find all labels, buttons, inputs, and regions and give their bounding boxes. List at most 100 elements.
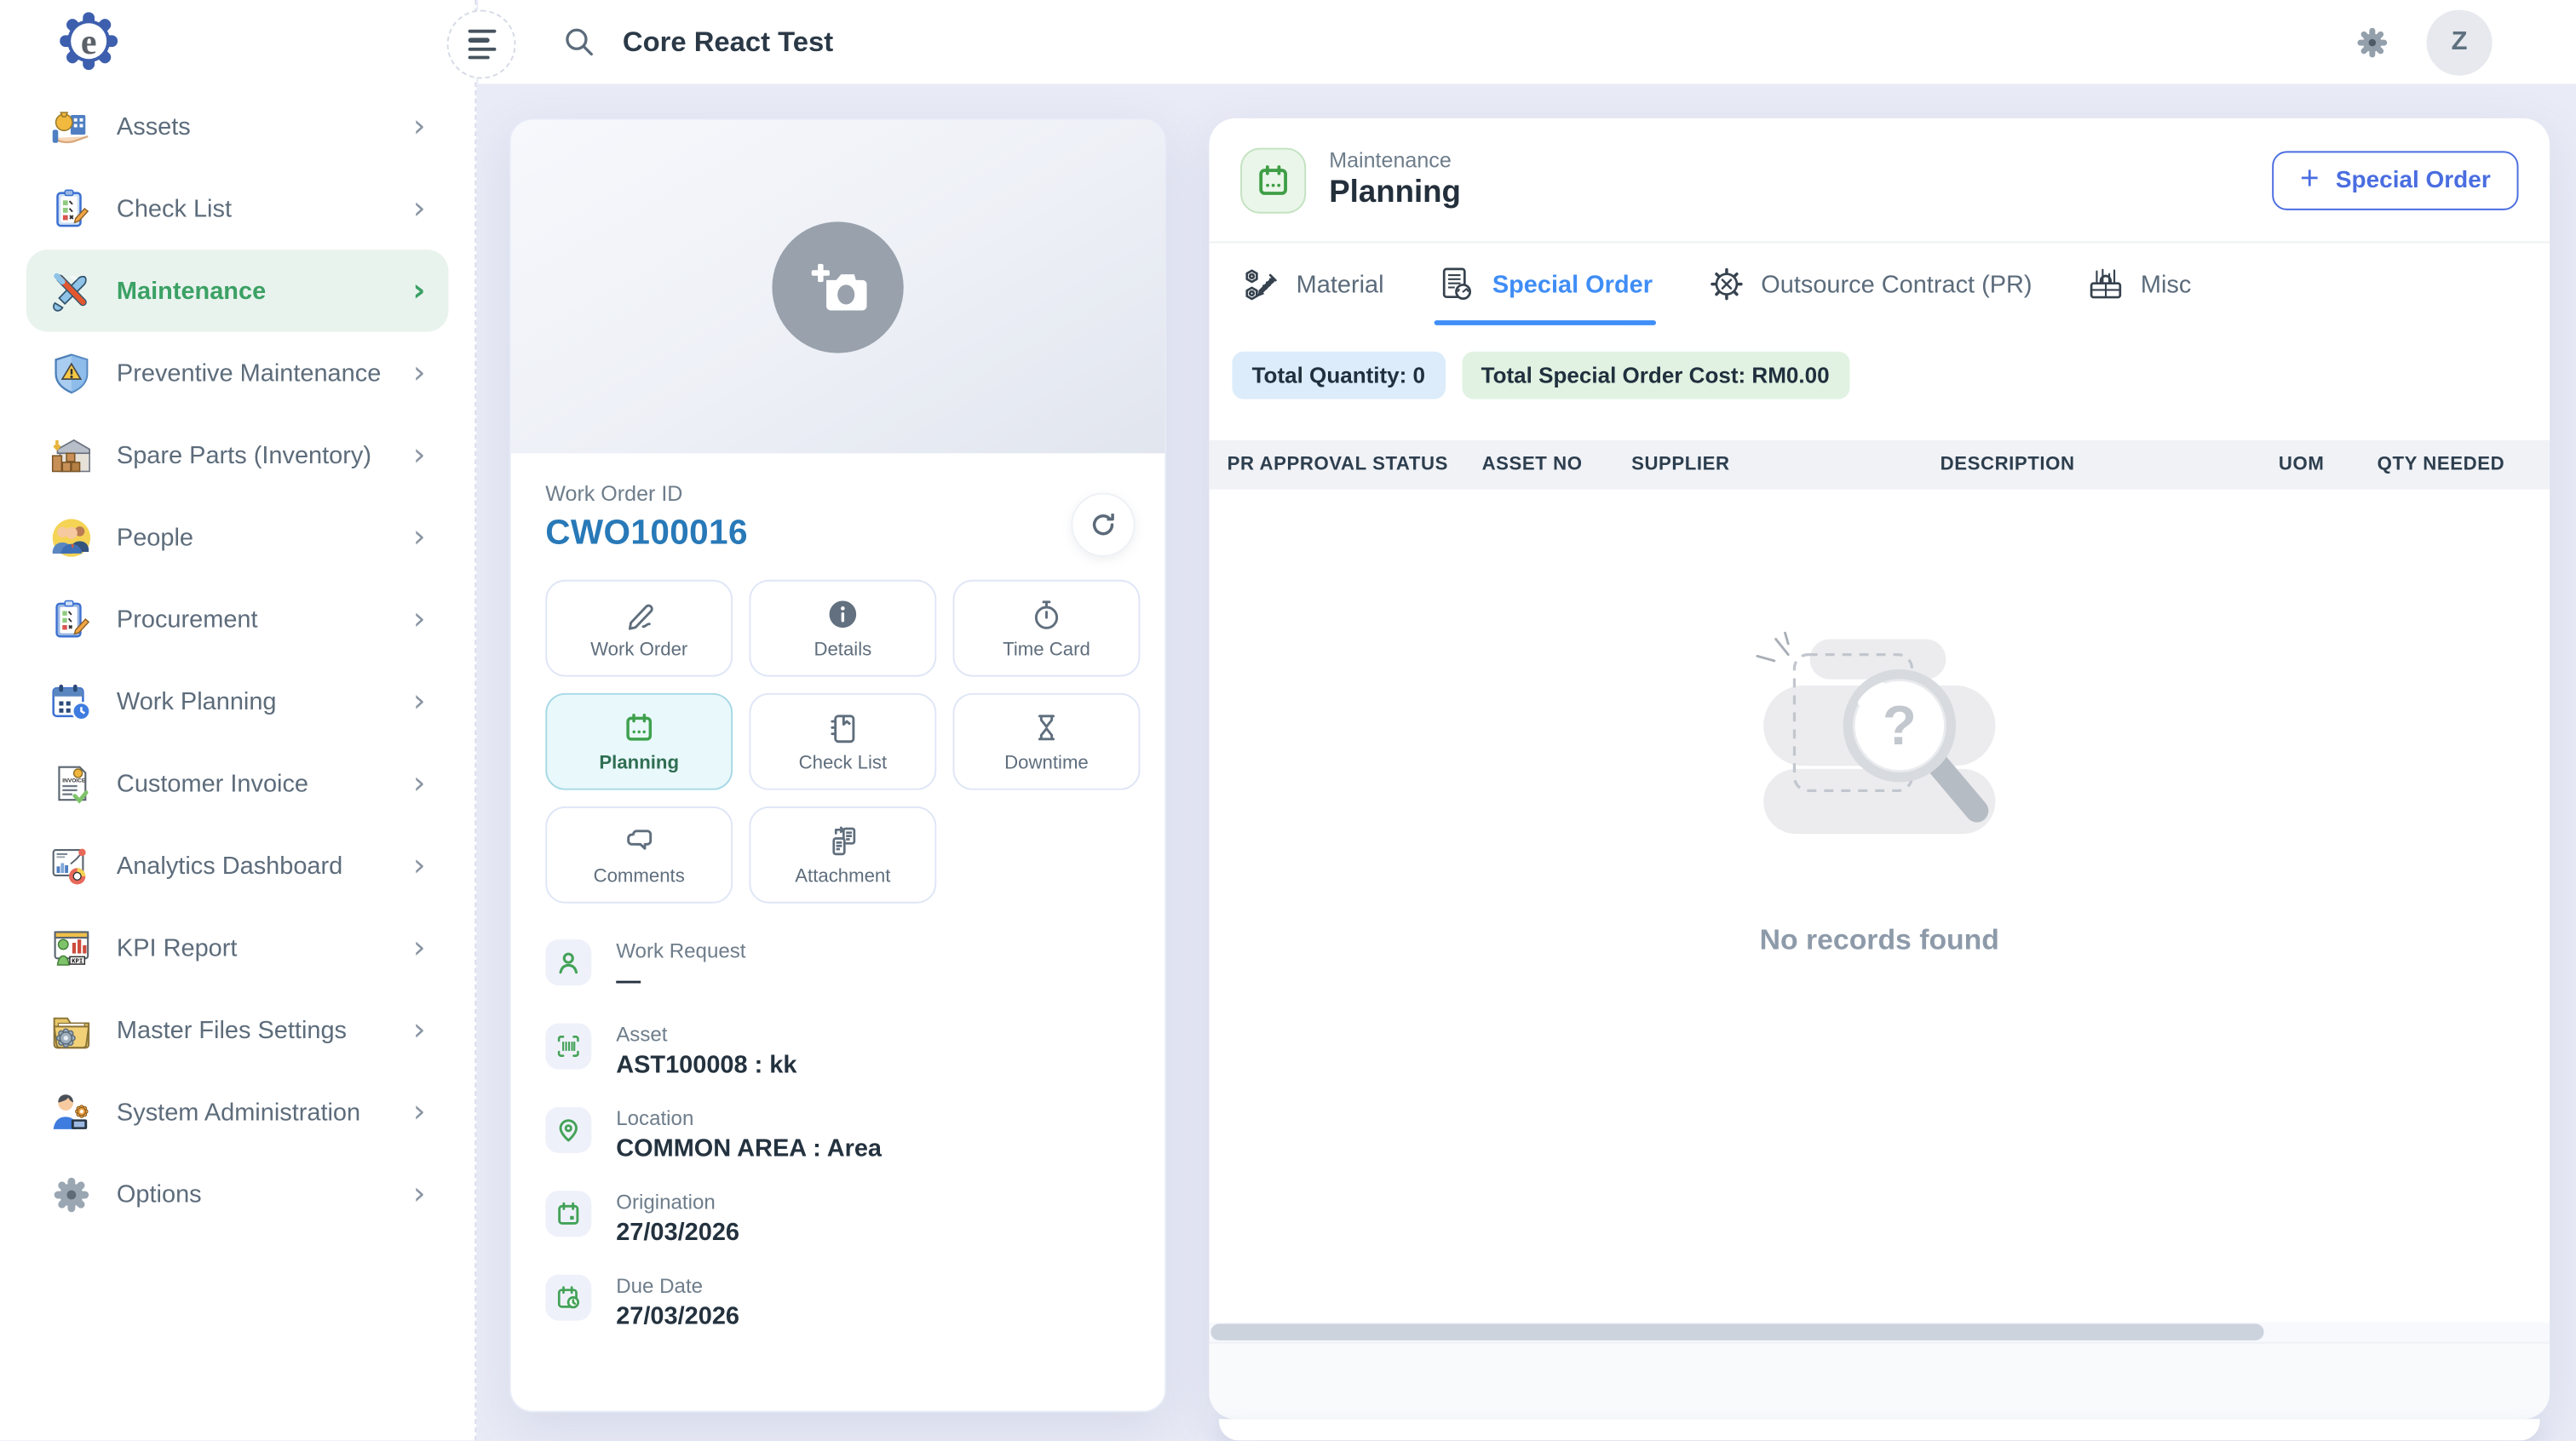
action-work-order[interactable]: Work Order — [545, 580, 733, 677]
settings-gear-icon[interactable] — [2355, 24, 2390, 60]
chevron-right-icon: › — [413, 1096, 426, 1128]
calendar-clock-color-icon — [49, 679, 94, 723]
sidebar-item-label: Check List — [117, 195, 232, 223]
tab-label: Misc — [2141, 270, 2191, 298]
add-special-order-button[interactable]: + Special Order — [2272, 150, 2518, 209]
no-records-illustration: ? — [1748, 628, 2011, 868]
detail-label: Origination — [616, 1191, 739, 1214]
work-order-id-label: Work Order ID — [545, 481, 1130, 506]
detail-label: Work Request — [616, 939, 745, 962]
sidebar-item-work-planning[interactable]: Work Planning › — [26, 660, 449, 742]
total-quantity-badge: Total Quantity: 0 — [1232, 352, 1445, 399]
action-check-list[interactable]: Check List — [749, 693, 936, 790]
refresh-button[interactable] — [1071, 493, 1135, 557]
sidebar-item-customer-invoice[interactable]: INVOICE Customer Invoice › — [26, 743, 449, 824]
outsource-gear-icon — [1707, 264, 1746, 303]
action-comments[interactable]: Comments — [545, 807, 733, 904]
chevron-right-icon: › — [413, 193, 426, 225]
column-description: DESCRIPTION — [1941, 455, 2279, 474]
sidebar-item-kpi-report[interactable]: KPI KPI Report › — [26, 907, 449, 989]
topbar: Core React Test Z — [478, 0, 2576, 83]
warehouse-icon — [49, 433, 94, 477]
chevron-right-icon: › — [413, 768, 426, 800]
stopwatch-icon — [1030, 597, 1063, 630]
panel-titles: Maintenance Planning — [1329, 148, 1461, 212]
detail-label: Location — [616, 1107, 882, 1130]
stacked-card-edge — [1219, 1419, 2540, 1440]
sidebar: e Assets › — [0, 0, 476, 1440]
tab-misc[interactable]: Misc — [2086, 243, 2191, 324]
maintenance-icon — [49, 268, 94, 313]
person-icon — [545, 939, 591, 985]
work-order-id-value: CWO100016 — [545, 514, 1130, 554]
column-pr-approval-status: PR APPROVAL STATUS — [1209, 455, 1481, 474]
detail-value: AST100008 : kk — [616, 1051, 796, 1079]
tab-special-order[interactable]: Special Order — [1438, 243, 1653, 324]
action-details[interactable]: Details — [749, 580, 936, 677]
hourglass-icon — [1030, 710, 1063, 743]
action-downtime[interactable]: Downtime — [953, 693, 1141, 790]
chevron-right-icon: › — [413, 604, 426, 635]
column-qty-needed: QTY NEEDED — [2378, 455, 2550, 474]
analytics-icon — [49, 843, 94, 887]
column-uom: UOM — [2279, 455, 2378, 474]
sidebar-item-label: People — [117, 523, 193, 551]
svg-text:KPI: KPI — [72, 958, 83, 965]
panel-header: Maintenance Planning + Special Order — [1209, 118, 2550, 242]
sidebar-item-people[interactable]: People › — [26, 496, 449, 577]
sidebar-item-label: Assets — [117, 112, 191, 141]
detail-work-request: Work Request — — [545, 939, 1130, 996]
action-time-card[interactable]: Time Card — [953, 580, 1141, 677]
detail-label: Asset — [616, 1023, 796, 1046]
sidebar-item-label: Customer Invoice — [117, 770, 308, 798]
action-label: Time Card — [1003, 640, 1090, 659]
chevron-right-icon: › — [413, 357, 426, 388]
action-attachment[interactable]: Attachment — [749, 807, 936, 904]
chevron-right-icon: › — [413, 1014, 426, 1046]
horizontal-scrollbar — [1209, 1322, 2550, 1343]
user-avatar[interactable]: Z — [2426, 9, 2492, 75]
shield-warning-icon — [49, 351, 94, 395]
sidebar-item-options[interactable]: Options › — [26, 1153, 449, 1235]
topbar-actions: Z — [2355, 9, 2493, 75]
assets-icon — [49, 104, 94, 148]
total-cost-badge: Total Special Order Cost: RM0.00 — [1461, 352, 1849, 399]
add-special-order-label: Special Order — [2336, 167, 2491, 193]
sidebar-item-procurement[interactable]: Procurement › — [26, 578, 449, 660]
plus-icon: + — [2300, 162, 2320, 195]
action-planning[interactable]: Planning — [545, 693, 733, 790]
sidebar-item-check-list[interactable]: Check List › — [26, 168, 449, 250]
sidebar-item-label: Preventive Maintenance — [117, 359, 381, 387]
sidebar-item-preventive-maintenance[interactable]: Preventive Maintenance › — [26, 332, 449, 414]
sidebar-item-spare-parts[interactable]: Spare Parts (Inventory) › — [26, 414, 449, 496]
sidebar-item-system-administration[interactable]: System Administration › — [26, 1071, 449, 1152]
tab-outsource-contract[interactable]: Outsource Contract (PR) — [1707, 243, 2033, 324]
work-order-body: Work Order ID CWO100016 Work Order — [511, 453, 1165, 1330]
table-body-empty: ? No records found — [1209, 490, 2550, 1323]
photo-upload-area[interactable] — [511, 120, 1165, 453]
sidebar-item-label: Work Planning — [117, 687, 277, 715]
svg-text:INVOICE: INVOICE — [62, 778, 86, 784]
detail-due-date: Due Date 27/03/2026 — [545, 1275, 1130, 1331]
tab-material[interactable]: Material — [1242, 243, 1384, 324]
action-label: Comments — [594, 866, 685, 886]
chevron-right-icon: › — [413, 439, 426, 471]
sidebar-item-master-files-settings[interactable]: Master Files Settings › — [26, 989, 449, 1071]
sidebar-item-analytics-dashboard[interactable]: Analytics Dashboard › — [26, 824, 449, 906]
sidebar-item-maintenance[interactable]: Maintenance › — [26, 250, 449, 331]
horizontal-scrollbar-thumb[interactable] — [1210, 1323, 2263, 1340]
chevron-right-icon: › — [413, 111, 426, 142]
admin-user-icon — [49, 1090, 94, 1134]
sidebar-toggle-button[interactable] — [447, 10, 516, 79]
folder-gear-icon — [49, 1008, 94, 1052]
sidebar-item-assets[interactable]: Assets › — [26, 85, 449, 167]
gear-icon — [49, 1172, 94, 1216]
sidebar-item-label: Spare Parts (Inventory) — [117, 441, 371, 469]
app-logo-icon: e — [55, 7, 124, 76]
search-value: Core React Test — [623, 26, 833, 59]
detail-value: COMMON AREA : Area — [616, 1135, 882, 1163]
tab-label: Special Order — [1492, 270, 1653, 298]
chevron-right-icon: › — [413, 932, 426, 963]
global-search[interactable]: Core React Test — [563, 26, 833, 59]
empty-state-message: No records found — [1760, 923, 1999, 958]
